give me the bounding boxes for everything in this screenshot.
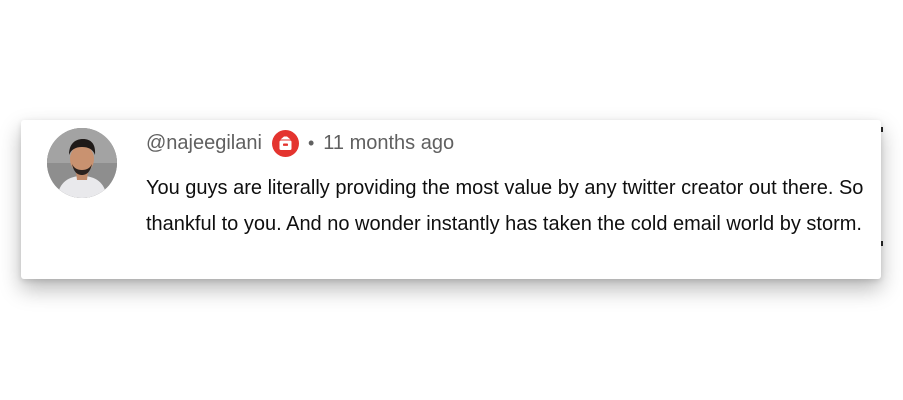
separator-dot: •: [307, 132, 315, 153]
card-edge-mark-top: [881, 127, 883, 132]
comment-body: You guys are literally providing the mos…: [146, 177, 864, 235]
screenshot-stage: @najeegilani • 11 months ago You guys ar…: [0, 0, 903, 400]
instantly-logo-icon: [271, 129, 299, 157]
comment-card: @najeegilani • 11 months ago You guys ar…: [21, 120, 883, 279]
card-edge-mark-bottom: [881, 241, 883, 246]
username-link[interactable]: @najeegilani: [146, 132, 262, 155]
comment-timestamp[interactable]: 11 months ago: [323, 132, 454, 155]
avatar-photo: [47, 128, 117, 198]
comment-header: @najeegilani • 11 months ago: [146, 128, 454, 158]
avatar[interactable]: [47, 128, 117, 198]
